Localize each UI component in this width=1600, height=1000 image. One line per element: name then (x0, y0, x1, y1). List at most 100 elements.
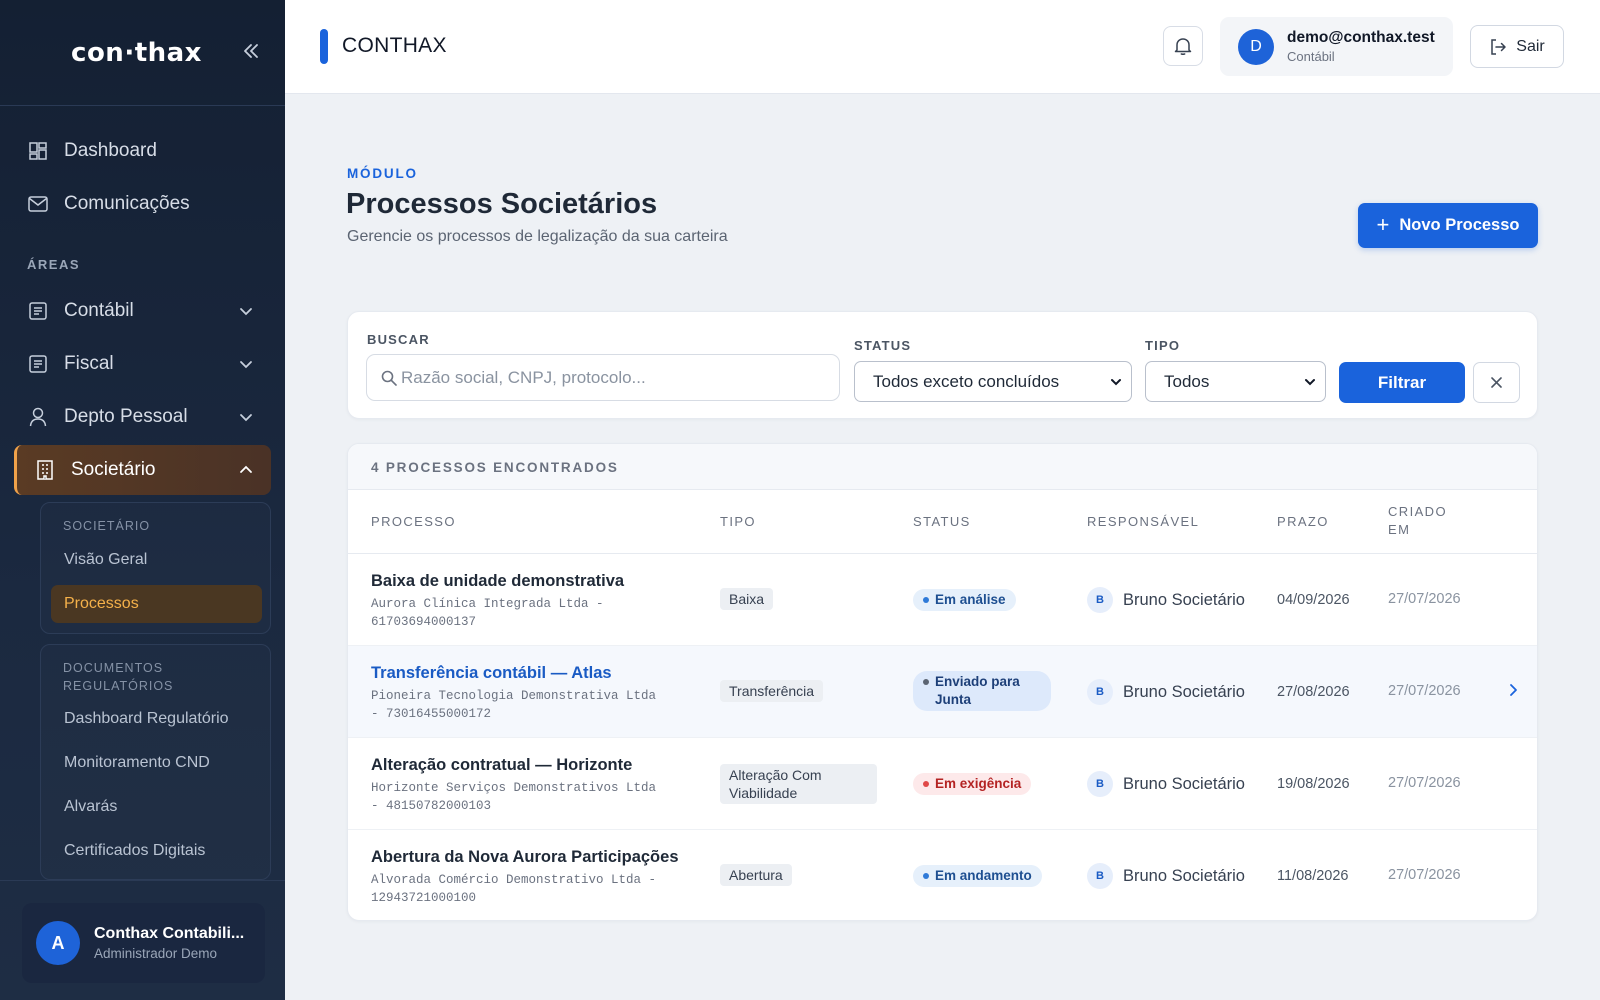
topbar: CONTHAX D demo@conthax.test Contábil Sai… (285, 0, 1600, 94)
filter-button[interactable]: Filtrar (1339, 362, 1465, 403)
submenu-title-line: DOCUMENTOS (63, 661, 164, 675)
double-chevron-left-icon[interactable] (239, 40, 263, 64)
responsible: B Bruno Societário (1087, 863, 1245, 889)
submenu-item-alvaras[interactable]: Alvarás (51, 788, 262, 826)
avatar: B (1087, 587, 1113, 613)
plus-icon: + (1376, 211, 1390, 237)
submenu-societario: SOCIETÁRIO Visão Geral Processos (40, 502, 271, 634)
type-tag: Baixa (720, 588, 774, 610)
process-company: Aurora Clínica Integrada Ltda - 61703694… (371, 597, 604, 629)
results-count: 4 PROCESSOS ENCONTRADOS (371, 460, 619, 475)
profile-name: Conthax Contabili... (94, 925, 245, 942)
responsible-name: Bruno Societário (1123, 774, 1245, 793)
created-at: 27/07/2026 (1388, 591, 1461, 607)
type-tag: Transferência (720, 680, 824, 702)
table-row[interactable]: Alteração contratual — Horizonte Horizon… (348, 738, 1537, 830)
column-header-process: PROCESSO (371, 514, 456, 529)
logout-button[interactable]: Sair (1470, 25, 1564, 68)
chevron-down-icon (240, 308, 252, 316)
user-role: Contábil (1287, 49, 1335, 64)
responsible-name: Bruno Societário (1123, 590, 1245, 609)
deadline: 11/08/2026 (1277, 868, 1349, 884)
table-row[interactable]: Transferência contábil — Atlas Pioneira … (348, 646, 1537, 738)
ledger-icon (28, 301, 48, 321)
profile-role: Administrador Demo (94, 946, 218, 961)
search-field[interactable] (366, 354, 840, 401)
sidebar-item-label: Fiscal (64, 353, 114, 374)
profile-card[interactable]: A Conthax Contabili... Administrador Dem… (22, 903, 265, 983)
sidebar-item-label: Contábil (64, 300, 134, 321)
sidebar-item-label: Comunicações (64, 193, 190, 214)
table-header: PROCESSO TIPO STATUS RESPONSÁVEL PRAZO C… (348, 490, 1537, 554)
submenu-item-monitoramento-cnd[interactable]: Monitoramento CND (51, 744, 262, 782)
type-tag: Abertura (720, 864, 792, 886)
chevron-down-icon (1305, 379, 1315, 386)
submenu-item-certificados-digitais[interactable]: Certificados Digitais (51, 832, 262, 870)
column-header-deadline: PRAZO (1277, 514, 1329, 529)
process-name[interactable]: Transferência contábil — Atlas (371, 664, 612, 683)
deadline: 19/08/2026 (1277, 776, 1350, 792)
sidebar-item-fiscal[interactable]: Fiscal (14, 339, 271, 389)
notifications-button[interactable] (1163, 26, 1203, 66)
processes-table: 4 PROCESSOS ENCONTRADOS PROCESSO TIPO ST… (347, 443, 1538, 921)
status-select-value: Todos exceto concluídos (873, 371, 1060, 391)
mail-icon (28, 194, 48, 214)
sidebar-item-label: Dashboard (64, 140, 157, 161)
column-header-status: STATUS (913, 514, 971, 529)
sidebar-item-comunicacoes[interactable]: Comunicações (14, 179, 271, 229)
created-at: 27/07/2026 (1388, 683, 1461, 699)
submenu-title-line: REGULATÓRIOS (63, 679, 174, 693)
search-label: BUSCAR (367, 332, 430, 347)
sidebar-item-societario[interactable]: Societário (14, 445, 271, 495)
user-menu[interactable]: D demo@conthax.test Contábil (1220, 17, 1453, 76)
submenu-item-dashboard-regulatorio[interactable]: Dashboard Regulatório (51, 700, 262, 738)
deadline: 04/09/2026 (1277, 592, 1350, 608)
logout-label: Sair (1516, 37, 1545, 55)
avatar: B (1087, 679, 1113, 705)
type-select[interactable]: Todos (1145, 361, 1326, 402)
type-label: TIPO (1145, 338, 1181, 353)
column-header-type: TIPO (720, 514, 756, 529)
chevron-down-icon (240, 414, 252, 422)
status-badge: Enviado para Junta (913, 671, 1051, 711)
status-badge: Em análise (913, 589, 1016, 611)
sidebar-header: con·thax (0, 0, 285, 106)
avatar: B (1087, 863, 1113, 889)
bell-icon (1174, 38, 1192, 55)
receipt-icon (28, 354, 48, 374)
sidebar-item-depto-pessoal[interactable]: Depto Pessoal (14, 392, 271, 442)
close-icon (1491, 377, 1502, 388)
submenu-title: SOCIETÁRIO (63, 519, 151, 533)
layout-grid-icon (28, 141, 48, 161)
avatar: D (1238, 28, 1274, 65)
sidebar-item-dashboard[interactable]: Dashboard (14, 126, 271, 176)
logo: con·thax (71, 37, 202, 68)
responsible-name: Bruno Societário (1123, 866, 1245, 885)
chevron-right-icon[interactable] (1505, 682, 1521, 698)
submenu-item-processos[interactable]: Processos (51, 585, 262, 623)
process-name: Baixa de unidade demonstrativa (371, 572, 625, 590)
table-row[interactable]: Abertura da Nova Aurora Participações Al… (348, 830, 1537, 920)
submenu-item-visao-geral[interactable]: Visão Geral (51, 541, 262, 579)
search-icon (381, 370, 397, 386)
responsible: B Bruno Societário (1087, 679, 1245, 705)
building-icon (35, 460, 55, 480)
clear-filters-button[interactable] (1473, 362, 1520, 403)
process-name: Alteração contratual — Horizonte (371, 756, 633, 774)
status-badge: Em andamento (913, 865, 1042, 887)
user-icon (28, 407, 48, 427)
column-header-line: EM (1388, 522, 1411, 537)
sidebar-footer: A Conthax Contabili... Administrador Dem… (0, 880, 285, 1000)
sidebar: con·thax Dashboard Comunicações ÁREAS Co… (0, 0, 285, 1000)
search-input[interactable] (401, 367, 821, 388)
filter-panel: BUSCAR STATUS Todos exceto concluídos TI… (347, 311, 1538, 419)
sidebar-item-label: Depto Pessoal (64, 406, 188, 427)
status-select[interactable]: Todos exceto concluídos (854, 361, 1132, 402)
status-label: STATUS (854, 338, 912, 353)
table-row[interactable]: Baixa de unidade demonstrativa Aurora Cl… (348, 554, 1537, 646)
submenu-title: DOCUMENTOS REGULATÓRIOS (63, 659, 173, 695)
sidebar-item-contabil[interactable]: Contábil (14, 286, 271, 336)
chevron-up-icon (240, 465, 252, 473)
status-badge: Em exigência (913, 773, 1032, 795)
new-process-button[interactable]: + Novo Processo (1358, 203, 1538, 248)
